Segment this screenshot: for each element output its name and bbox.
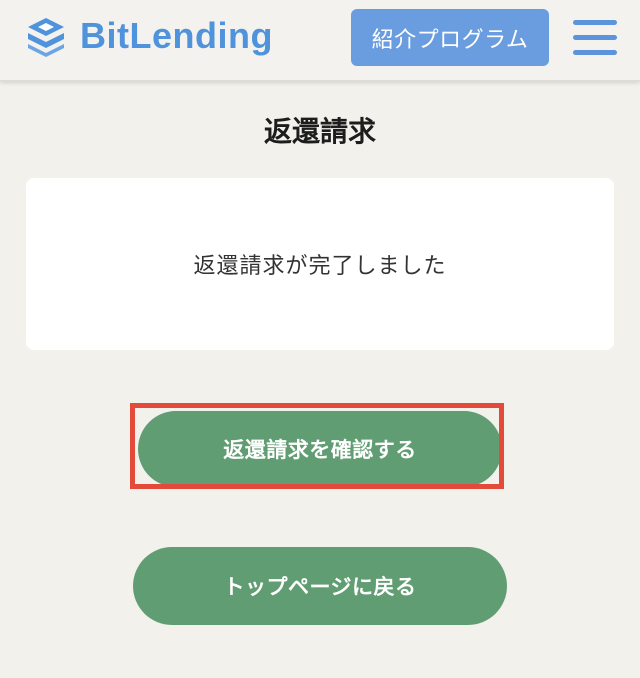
back-to-top-button[interactable]: トップページに戻る xyxy=(133,547,507,625)
completion-message: 返還請求が完了しました xyxy=(193,254,447,279)
logo-text: BitLending xyxy=(80,15,273,56)
hamburger-menu-icon[interactable] xyxy=(573,20,617,56)
logo[interactable]: BitLending xyxy=(24,14,273,58)
top-header: BitLending 紹介プログラム xyxy=(0,0,640,81)
page-title: 返還請求 xyxy=(263,115,376,148)
referral-program-button[interactable]: 紹介プログラム xyxy=(351,9,549,66)
logo-mark-icon xyxy=(28,18,64,57)
message-card: 返還請求が完了しました xyxy=(26,178,614,350)
highlight-box xyxy=(130,403,504,489)
